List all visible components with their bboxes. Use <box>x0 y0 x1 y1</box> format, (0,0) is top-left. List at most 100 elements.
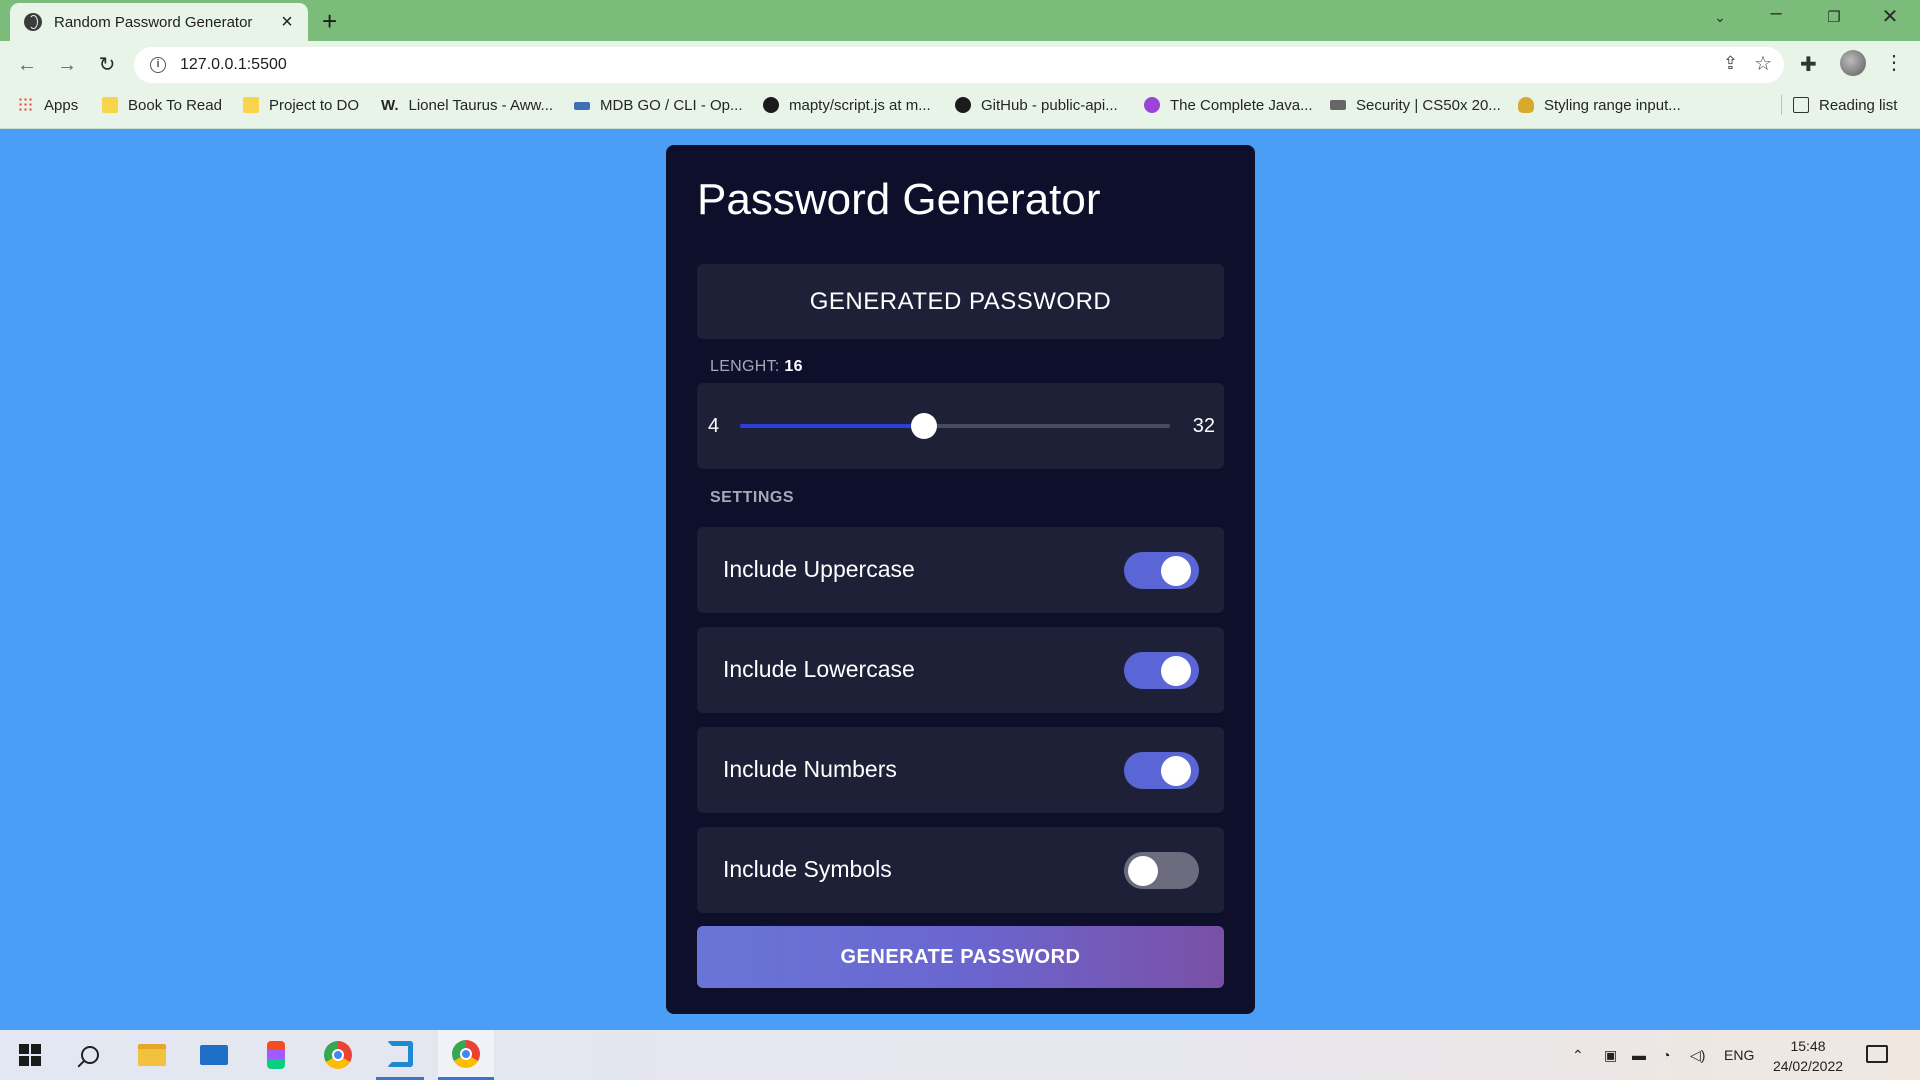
browser-tab[interactable]: Random Password Generator × <box>10 3 308 41</box>
bookmark-star-icon[interactable]: ☆ <box>1754 51 1772 76</box>
bookmark-complete-java[interactable]: The Complete Java... <box>1144 89 1313 121</box>
toggle-knob <box>1161 756 1191 786</box>
browser-toolbar: ← → ↻ i 127.0.0.1:5500 ⇪ ☆ <box>0 41 1920 89</box>
taskbar-vscode[interactable] <box>376 1030 424 1080</box>
slider-min-label: 4 <box>708 415 720 437</box>
profile-avatar[interactable] <box>1840 50 1866 76</box>
forward-button[interactable]: → <box>52 50 82 80</box>
system-clock[interactable]: 15:48 24/02/2022 <box>1768 1036 1848 1076</box>
bookmark-apps[interactable]: Apps <box>18 89 78 121</box>
start-button[interactable] <box>6 1030 54 1080</box>
apps-grid-icon <box>18 97 34 113</box>
mail-icon <box>200 1045 228 1065</box>
bookmark-cs50-security[interactable]: Security | CS50x 20... <box>1330 89 1501 121</box>
setting-uppercase: Include Uppercase <box>697 527 1224 613</box>
globe-icon <box>24 13 42 31</box>
close-tab-icon[interactable]: × <box>276 11 298 34</box>
favicon-icon <box>1518 97 1534 113</box>
taskbar: ⌃ ▣ ▬ ◔ ◁) ENG 15:48 24/02/2022 <box>0 1030 1920 1080</box>
taskbar-chrome[interactable] <box>314 1030 362 1080</box>
reading-list-icon <box>1793 97 1809 113</box>
taskbar-figma[interactable] <box>252 1030 300 1080</box>
github-icon <box>955 97 971 113</box>
minimize-button[interactable]: – <box>1756 2 1796 25</box>
restore-button[interactable]: ❐ <box>1814 8 1854 26</box>
cs50-icon <box>1330 100 1346 110</box>
setting-label: Include Uppercase <box>723 556 915 582</box>
volume-icon[interactable]: ◁) <box>1690 1030 1705 1080</box>
folder-icon <box>243 97 259 113</box>
browser-tab-strip: Random Password Generator × + ⌄ – ❐ ✕ <box>0 0 1920 41</box>
site-info-icon[interactable]: i <box>150 57 166 73</box>
taskbar-file-explorer[interactable] <box>128 1030 176 1080</box>
reload-button[interactable]: ↻ <box>92 50 122 80</box>
bookmark-mdb-go[interactable]: MDB GO / CLI - Op... <box>574 89 743 121</box>
taskbar-mail[interactable] <box>190 1030 238 1080</box>
taskbar-chrome-profile[interactable] <box>438 1030 494 1080</box>
taskbar-search-button[interactable] <box>66 1030 114 1080</box>
file-explorer-icon <box>138 1044 166 1066</box>
mdb-logo-icon <box>574 102 590 110</box>
symbols-toggle[interactable] <box>1124 852 1199 889</box>
reading-list-button[interactable]: Reading list <box>1780 89 1897 121</box>
length-slider[interactable] <box>740 413 1170 439</box>
slider-max-label: 32 <box>1192 415 1215 437</box>
folder-icon <box>102 97 118 113</box>
length-value: 16 <box>784 358 803 375</box>
length-slider-panel: 4 32 <box>697 383 1224 469</box>
meet-now-icon[interactable]: ▣ <box>1604 1030 1617 1080</box>
password-generator-card: Password Generator GENERATED PASSWORD LE… <box>666 145 1255 1014</box>
address-bar[interactable]: i 127.0.0.1:5500 ⇪ ☆ <box>134 47 1784 83</box>
toggle-knob <box>1161 556 1191 586</box>
setting-label: Include Numbers <box>723 756 897 782</box>
setting-lowercase: Include Lowercase <box>697 627 1224 713</box>
numbers-toggle[interactable] <box>1124 752 1199 789</box>
bookmark-github-public-api[interactable]: GitHub - public-api... <box>955 89 1118 121</box>
battery-icon[interactable]: ▬ <box>1632 1030 1646 1080</box>
uppercase-toggle[interactable] <box>1124 552 1199 589</box>
generate-password-button[interactable]: GENERATE PASSWORD <box>697 926 1224 988</box>
tab-title: Random Password Generator <box>54 13 253 31</box>
chrome-profile-icon <box>452 1039 480 1068</box>
github-icon <box>763 97 779 113</box>
bookmark-book-to-read[interactable]: Book To Read <box>102 89 222 121</box>
setting-numbers: Include Numbers <box>697 727 1224 813</box>
bookmarks-bar: Apps Book To Read Project to DO W. Lione… <box>0 89 1920 129</box>
clock-time: 15:48 <box>1790 1038 1826 1054</box>
url-text[interactable]: 127.0.0.1:5500 <box>180 56 287 74</box>
slider-thumb[interactable] <box>911 413 938 439</box>
bookmark-mapty[interactable]: mapty/script.js at m... <box>763 89 931 121</box>
language-indicator[interactable]: ENG <box>1724 1030 1754 1080</box>
new-tab-button[interactable]: + <box>322 6 337 37</box>
settings-heading: SETTINGS <box>710 489 795 506</box>
vscode-icon <box>387 1040 413 1067</box>
toggle-knob <box>1128 856 1158 886</box>
setting-symbols: Include Symbols <box>697 827 1224 913</box>
w-logo-icon: W. <box>381 97 399 114</box>
slider-fill <box>740 424 925 428</box>
generated-password-display[interactable]: GENERATED PASSWORD <box>697 264 1224 339</box>
browser-menu-icon[interactable]: ⋮ <box>1884 50 1904 75</box>
chrome-icon <box>324 1041 352 1069</box>
extensions-puzzle-icon[interactable]: ✚ <box>1800 52 1817 77</box>
bookmark-lionel-taurus[interactable]: W. Lionel Taurus - Aww... <box>381 89 553 121</box>
bookmark-styling-range[interactable]: Styling range input... <box>1518 89 1681 121</box>
back-button[interactable]: ← <box>12 50 42 80</box>
udemy-icon <box>1144 97 1160 113</box>
show-hidden-icons[interactable]: ⌃ <box>1572 1030 1584 1080</box>
toggle-knob <box>1161 656 1191 686</box>
network-icon[interactable]: ◔ <box>1662 1030 1670 1080</box>
tab-search-chevron-icon[interactable]: ⌄ <box>1700 9 1740 26</box>
close-window-button[interactable]: ✕ <box>1870 4 1910 29</box>
bookmark-project-to-do[interactable]: Project to DO <box>243 89 359 121</box>
windows-logo-icon <box>19 1044 41 1066</box>
lowercase-toggle[interactable] <box>1124 652 1199 689</box>
search-icon <box>81 1046 99 1064</box>
setting-label: Include Lowercase <box>723 656 915 682</box>
clock-date: 24/02/2022 <box>1772 1058 1844 1074</box>
share-icon[interactable]: ⇪ <box>1723 53 1738 74</box>
setting-label: Include Symbols <box>723 856 892 882</box>
length-label: LENGHT: 16 <box>710 358 803 375</box>
figma-icon <box>267 1041 285 1069</box>
notifications-icon[interactable] <box>1866 1045 1888 1063</box>
